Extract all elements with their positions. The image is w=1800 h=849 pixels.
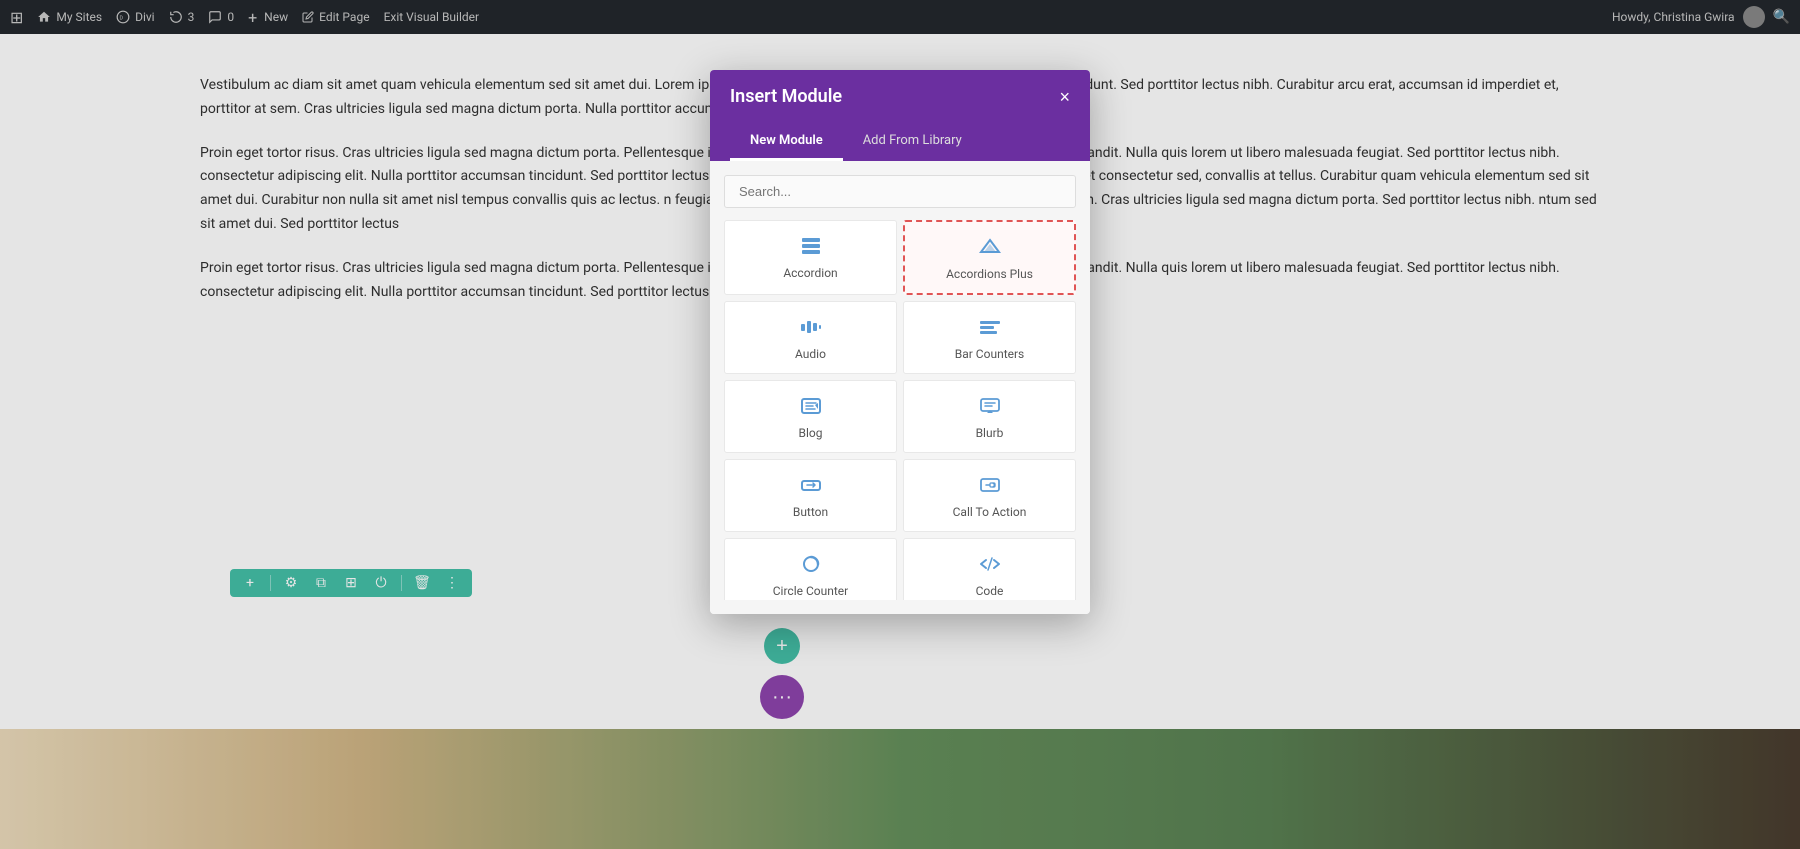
- module-code[interactable]: Code: [903, 538, 1076, 600]
- module-button[interactable]: Button: [724, 459, 897, 532]
- module-audio[interactable]: Audio: [724, 301, 897, 374]
- bar-counters-label: Bar Counters: [955, 347, 1025, 361]
- blog-icon: [800, 397, 822, 418]
- insert-module-modal: Insert Module × New Module Add From Libr…: [710, 70, 1090, 614]
- modal-close-button[interactable]: ×: [1059, 88, 1070, 106]
- accordion-label: Accordion: [783, 266, 837, 280]
- bar-counters-icon: [979, 318, 1001, 339]
- call-to-action-icon: [979, 476, 1001, 497]
- module-accordion[interactable]: Accordion: [724, 220, 897, 295]
- accordion-icon: [800, 237, 822, 258]
- call-to-action-label: Call To Action: [953, 505, 1027, 519]
- module-grid: Accordion Accordions Plus: [724, 220, 1076, 600]
- audio-label: Audio: [795, 347, 826, 361]
- accordions-plus-label: Accordions Plus: [946, 267, 1033, 281]
- module-search-input[interactable]: [724, 175, 1076, 208]
- button-label: Button: [793, 505, 828, 519]
- audio-icon: [800, 318, 822, 339]
- modal-body: Accordion Accordions Plus: [710, 161, 1090, 614]
- module-blog[interactable]: Blog: [724, 380, 897, 453]
- modal-header: Insert Module ×: [710, 70, 1090, 123]
- modal-tabs: New Module Add From Library: [710, 123, 1090, 161]
- module-blurb[interactable]: Blurb: [903, 380, 1076, 453]
- module-circle-counter[interactable]: Circle Counter: [724, 538, 897, 600]
- button-icon: [800, 476, 822, 497]
- code-label: Code: [976, 584, 1004, 598]
- tab-add-from-library[interactable]: Add From Library: [843, 123, 982, 161]
- blurb-icon: [979, 397, 1001, 418]
- blurb-label: Blurb: [976, 426, 1004, 440]
- modal-title: Insert Module: [730, 86, 842, 107]
- accordions-plus-icon: [979, 238, 1001, 259]
- code-icon: [979, 555, 1001, 576]
- module-accordions-plus[interactable]: Accordions Plus: [903, 220, 1076, 295]
- circle-counter-label: Circle Counter: [773, 584, 848, 598]
- circle-counter-icon: [800, 555, 822, 576]
- tab-new-module[interactable]: New Module: [730, 123, 843, 161]
- blog-label: Blog: [799, 426, 823, 440]
- modal-overlay: Insert Module × New Module Add From Libr…: [0, 0, 1800, 849]
- module-call-to-action[interactable]: Call To Action: [903, 459, 1076, 532]
- module-bar-counters[interactable]: Bar Counters: [903, 301, 1076, 374]
